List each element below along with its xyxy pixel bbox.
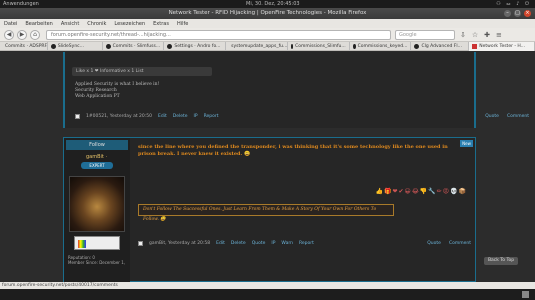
post-footer: gamBit, Yesterday at 20:58 Edit Delete Q… bbox=[138, 241, 314, 246]
tab-item[interactable]: Commissions_keyed... bbox=[350, 42, 412, 51]
user-info: Reputation: 0 Member Since: December 1, bbox=[68, 255, 126, 265]
menu-bar: Datei Bearbeiten Ansicht Chronik Lesezei… bbox=[0, 19, 535, 28]
bookmark-star-icon[interactable]: ☆ bbox=[472, 31, 478, 39]
menu-history[interactable]: Chronik bbox=[87, 21, 106, 27]
rank-badge: EXPERT bbox=[81, 162, 113, 169]
system-top-bar: Anwendungen Mi, 30. Dez, 20:45:03 ⚇ ⚍ ♪ … bbox=[0, 0, 535, 8]
post-actions-right: Quote Comment bbox=[485, 114, 529, 119]
quote-button[interactable]: Quote bbox=[485, 114, 499, 119]
select-checkbox[interactable] bbox=[138, 241, 143, 246]
search-input[interactable]: Google bbox=[395, 30, 455, 40]
menu-edit[interactable]: Bearbeiten bbox=[25, 21, 52, 27]
url-input[interactable]: forum.openfire-security.net/thread-...hi… bbox=[46, 30, 391, 40]
menu-view[interactable]: Ansicht bbox=[61, 21, 79, 27]
maximize-icon[interactable]: □ bbox=[514, 10, 521, 17]
avatar[interactable] bbox=[69, 176, 125, 232]
taskbar bbox=[0, 289, 535, 300]
system-tray[interactable]: ⚇ ⚍ ♪ ⏻ bbox=[496, 1, 531, 7]
username-link[interactable]: gamBit · bbox=[86, 154, 107, 160]
minimize-icon[interactable]: – bbox=[504, 10, 511, 17]
reactions-bar[interactable]: Like x 1 ❤ Informative x 1 List bbox=[72, 67, 212, 76]
comment-button[interactable]: Comment bbox=[507, 114, 529, 119]
tabs-bar: Commits · ADSPRF... SlideSync... Commits… bbox=[0, 42, 535, 51]
post-meta: 1#00521, Yesterday at 20:50 bbox=[86, 114, 153, 119]
tab-item[interactable]: Clg Advanced Fl... bbox=[411, 42, 470, 51]
delete-link[interactable]: Delete bbox=[173, 114, 188, 119]
github-icon bbox=[50, 44, 56, 49]
edit-link[interactable]: Edit bbox=[158, 114, 167, 119]
edit-link[interactable]: Edit bbox=[216, 241, 225, 246]
forum-post: Follow gamBit · EXPERT Reputation: 0 Mem… bbox=[63, 137, 476, 282]
report-link[interactable]: Report bbox=[204, 114, 219, 119]
tab-item[interactable]: systemupdate_apps_fu... bbox=[226, 42, 288, 51]
ip-link[interactable]: IP bbox=[271, 241, 275, 246]
github-icon bbox=[352, 44, 356, 49]
reaction-icons[interactable]: 👍🎁❤✔😀😂👎🔧✏😡💀📦 bbox=[376, 188, 467, 195]
close-icon[interactable]: × bbox=[524, 10, 531, 17]
applications-menu[interactable]: Anwendungen bbox=[3, 1, 39, 7]
system-clock[interactable]: Mi, 30. Dez, 20:45:03 bbox=[246, 1, 300, 7]
tab-item[interactable]: SlideSync... bbox=[48, 42, 103, 51]
select-checkbox[interactable] bbox=[75, 114, 80, 119]
quote-button[interactable]: Quote bbox=[427, 241, 441, 246]
post-signature: Don't Follow The Successful Ones. Just L… bbox=[138, 204, 394, 222]
page-content: Like x 1 ❤ Informative x 1 List Applied … bbox=[0, 52, 535, 282]
tab-item[interactable]: Commissions_Slimfu... bbox=[288, 42, 350, 51]
menu-file[interactable]: Datei bbox=[4, 21, 17, 27]
menu-tools[interactable]: Extras bbox=[153, 21, 169, 27]
site-favicon-icon bbox=[472, 44, 478, 49]
post-content: since the line where you defined the tra… bbox=[138, 144, 448, 157]
ip-link[interactable]: IP bbox=[194, 114, 198, 119]
post-actions-right: Quote Comment bbox=[427, 241, 471, 246]
delete-link[interactable]: Delete bbox=[231, 241, 246, 246]
new-badge: New bbox=[460, 140, 473, 147]
user-banner-image bbox=[74, 236, 120, 250]
github-icon bbox=[105, 44, 111, 49]
follow-button[interactable]: Follow bbox=[66, 140, 128, 150]
post-signature: Applied Security is what I believe in! S… bbox=[75, 82, 160, 99]
window-controls: – □ × bbox=[504, 10, 531, 17]
quote-link[interactable]: Quote bbox=[252, 241, 266, 246]
back-to-top-button[interactable]: Back To Top bbox=[484, 257, 518, 265]
post-meta: gamBit, Yesterday at 20:58 bbox=[149, 241, 211, 246]
post-footer: 1#00521, Yesterday at 20:50 Edit Delete … bbox=[75, 114, 219, 119]
report-link[interactable]: Report bbox=[299, 241, 314, 246]
addon-icon[interactable]: ✚ bbox=[484, 31, 490, 39]
back-icon[interactable]: ◀ bbox=[4, 30, 14, 40]
navigation-bar: ◀ ▶ ⌂ forum.openfire-security.net/thread… bbox=[0, 28, 535, 42]
menu-bookmarks[interactable]: Lesezeichen bbox=[114, 21, 145, 27]
toolbar-icons: ⇩ ☆ ✚ ≡ bbox=[460, 31, 502, 39]
menu-icon[interactable]: ≡ bbox=[496, 31, 502, 39]
tab-item[interactable]: Settings · Andro fo... bbox=[164, 42, 227, 51]
tab-item-active[interactable]: Network Tester - H... bbox=[469, 42, 535, 51]
window-title-bar: Network Tester - RFID Hijacking | OpenFi… bbox=[0, 8, 535, 19]
github-icon bbox=[167, 44, 173, 49]
forward-icon[interactable]: ▶ bbox=[17, 30, 27, 40]
menu-help[interactable]: Hilfe bbox=[177, 21, 188, 27]
status-bar-url: forum.openfire-security.net/posts/40017/… bbox=[0, 282, 535, 289]
comment-button[interactable]: Comment bbox=[449, 241, 471, 246]
warn-link[interactable]: Warn bbox=[281, 241, 293, 246]
user-panel: Follow gamBit · EXPERT Reputation: 0 Mem… bbox=[64, 138, 130, 282]
github-icon bbox=[414, 44, 420, 49]
github-icon bbox=[290, 44, 294, 49]
download-icon[interactable]: ⇩ bbox=[460, 31, 466, 39]
window-title: Network Tester - RFID Hijacking | OpenFi… bbox=[168, 10, 367, 16]
tab-item[interactable]: Commits · ADSPRF... bbox=[0, 42, 48, 51]
tab-item[interactable]: Commits · Slimfuss... bbox=[103, 42, 165, 51]
trash-icon[interactable] bbox=[522, 291, 529, 298]
home-icon[interactable]: ⌂ bbox=[30, 30, 40, 40]
